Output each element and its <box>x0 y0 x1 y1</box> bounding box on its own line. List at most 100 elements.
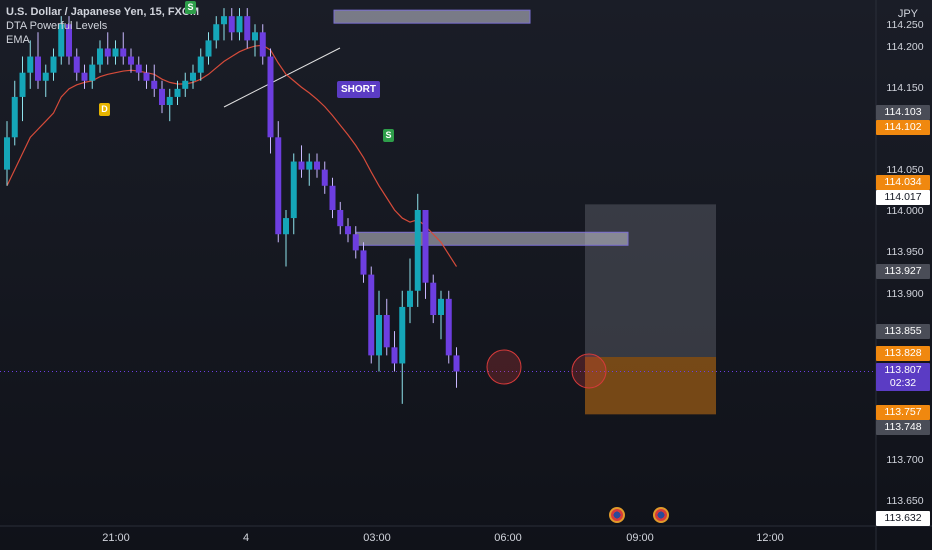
candle-body <box>73 56 80 73</box>
candle-body <box>89 64 96 81</box>
price-axis-label: 113.650 <box>886 495 924 507</box>
trend-line <box>223 47 341 108</box>
candle-body <box>197 56 204 73</box>
price-axis-label: 114.000 <box>886 205 924 217</box>
candle-body <box>430 282 437 315</box>
time-axis-label: 4 <box>242 532 250 544</box>
candle-body <box>337 210 344 227</box>
candle-body <box>120 48 127 57</box>
candle-body <box>345 226 351 235</box>
economic-event-icon[interactable] <box>653 507 669 523</box>
candle-body <box>445 298 452 356</box>
candle-body <box>283 218 289 235</box>
candle-body <box>104 48 111 57</box>
price-axis-label: 113.900 <box>886 288 924 300</box>
signal-marker-d[interactable]: D <box>99 103 110 116</box>
candle-body <box>368 274 375 356</box>
candle-body <box>391 347 398 364</box>
candle-body <box>298 161 305 170</box>
countdown-tag: 02:32 <box>876 376 930 391</box>
candle-body <box>97 48 103 65</box>
candle-body <box>290 161 297 219</box>
candle-body <box>352 234 359 251</box>
candle-body <box>422 210 429 283</box>
reversal-highlight-circle <box>571 353 607 389</box>
candle-body <box>35 56 41 81</box>
candle-body <box>314 161 320 170</box>
candle-body <box>407 290 413 307</box>
time-axis-label: 09:00 <box>626 532 654 544</box>
reversal-highlight-circle <box>486 349 522 385</box>
price-tag: 113.632 <box>876 511 930 526</box>
candle-body <box>50 56 57 73</box>
candle-body <box>19 72 26 97</box>
price-axis-label: 113.700 <box>886 454 924 466</box>
resistance-level-box <box>333 9 531 24</box>
candle-body <box>399 306 406 364</box>
candle-body <box>213 24 220 41</box>
indicator-ema[interactable]: EMA <box>6 33 199 47</box>
time-axis-label: 03:00 <box>363 532 391 544</box>
price-axis-label: 114.250 <box>886 19 924 31</box>
candle-body <box>42 72 49 81</box>
candle-body <box>360 250 367 275</box>
candle-body <box>151 80 158 89</box>
indicator-dta-levels[interactable]: DTA Powerful Levels <box>6 19 199 33</box>
price-tag: 114.103 <box>876 105 930 120</box>
candle-body <box>414 210 421 291</box>
price-tag: 114.017 <box>876 190 930 205</box>
candle-body <box>228 16 235 33</box>
candle-body <box>4 137 10 170</box>
candle-body <box>321 169 328 186</box>
candle-body <box>438 298 444 315</box>
price-tag: 113.757 <box>876 405 930 420</box>
candle-body <box>267 56 274 138</box>
candle-body <box>236 16 243 33</box>
candle-body <box>174 88 181 97</box>
candle-body <box>252 32 258 41</box>
price-tag: 113.748 <box>876 420 930 435</box>
candle-body <box>190 72 196 81</box>
economic-event-icon[interactable] <box>609 507 625 523</box>
price-axis-label: 113.950 <box>886 246 924 258</box>
candle-body <box>81 72 88 81</box>
support-level-box <box>355 231 629 246</box>
candle-body <box>259 32 266 57</box>
candle-body <box>376 315 382 356</box>
stop-loss-zone <box>585 204 716 357</box>
candle-body <box>182 80 189 89</box>
time-axis-label: 12:00 <box>756 532 784 544</box>
price-tag: 113.828 <box>876 346 930 361</box>
symbol-title[interactable]: U.S. Dollar / Japanese Yen, 15, FXCM <box>6 5 199 19</box>
signal-marker-s[interactable]: S <box>185 1 196 14</box>
trading-chart[interactable]: U.S. Dollar / Japanese Yen, 15, FXCM DTA… <box>0 0 932 550</box>
candle-body <box>453 355 460 372</box>
price-tag: 114.034 <box>876 175 930 190</box>
chart-legend: U.S. Dollar / Japanese Yen, 15, FXCM DTA… <box>6 5 199 47</box>
price-tag: 113.927 <box>876 264 930 279</box>
time-axis-label: 06:00 <box>494 532 522 544</box>
price-tag: 113.855 <box>876 324 930 339</box>
price-tag: 114.102 <box>876 120 930 135</box>
candle-body <box>143 72 150 81</box>
candle-body <box>112 48 119 57</box>
candle-body <box>135 64 142 73</box>
candle-body <box>275 137 282 235</box>
price-plot[interactable] <box>0 0 932 550</box>
candle-body <box>166 96 173 105</box>
short-signal-label[interactable]: SHORT <box>337 81 380 98</box>
candle-body <box>11 96 18 138</box>
candle-body <box>159 88 165 105</box>
candle-body <box>128 56 134 65</box>
candle-body <box>205 40 212 57</box>
candle-body <box>383 315 390 348</box>
candle-body <box>221 16 227 25</box>
price-axis-label: 114.150 <box>886 82 924 94</box>
candle-body <box>306 161 313 170</box>
signal-marker-s[interactable]: S <box>383 129 394 142</box>
candle-body <box>329 185 336 210</box>
price-axis-label: 114.200 <box>886 41 924 53</box>
time-axis-label: 21:00 <box>102 532 130 544</box>
candle-body <box>244 16 251 41</box>
candle-body <box>27 56 34 73</box>
